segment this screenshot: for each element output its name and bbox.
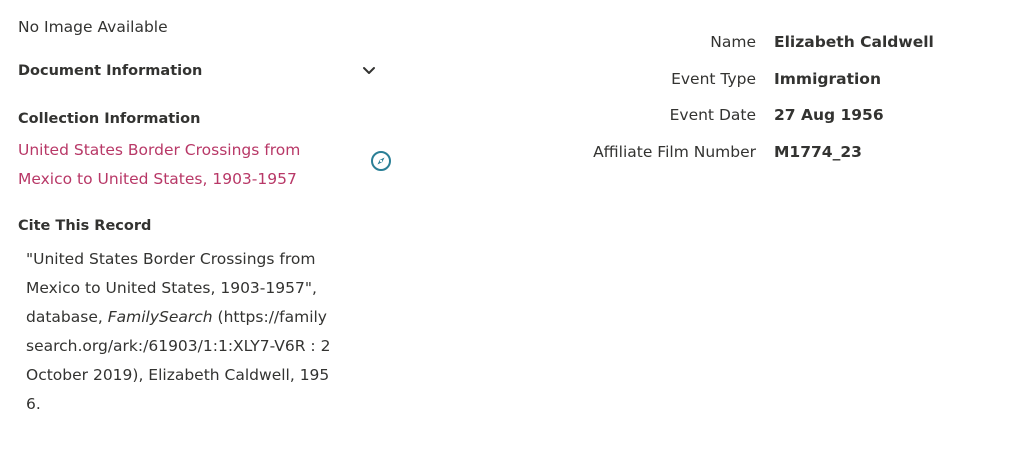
field-value: Immigration [774, 69, 881, 88]
field-row-film-number: Affiliate Film Number M1774_23 [560, 134, 934, 171]
collection-link-line1: United States Border Crossings from [18, 141, 301, 159]
collection-link-line2: Mexico to United States, 1903-1957 [18, 170, 297, 188]
field-value: 27 Aug 1956 [774, 106, 884, 125]
field-label: Event Date [669, 106, 756, 125]
field-label: Name [710, 33, 756, 52]
field-label: Affiliate Film Number [593, 142, 756, 161]
field-row-event-type: Event Type Immigration [560, 61, 934, 98]
record-fields: Name Elizabeth Caldwell Event Type Immig… [560, 24, 934, 170]
citation-source-italic: FamilySearch [107, 308, 213, 326]
field-row-name: Name Elizabeth Caldwell [560, 24, 934, 61]
field-value: Elizabeth Caldwell [774, 33, 934, 52]
collection-information-heading: Collection Information [18, 111, 201, 127]
field-row-event-date: Event Date 27 Aug 1956 [560, 97, 934, 134]
record-page: No Image Available Document Information … [0, 0, 1024, 458]
no-image-text: No Image Available [18, 18, 168, 36]
citation-text: "United States Border Crossings from Mex… [26, 245, 331, 419]
field-value: M1774_23 [774, 142, 862, 161]
document-information-heading[interactable]: Document Information [18, 61, 202, 81]
field-label: Event Type [671, 69, 756, 88]
chevron-down-icon[interactable] [360, 62, 378, 80]
compass-icon[interactable] [370, 150, 392, 172]
cite-this-record-heading: Cite This Record [18, 218, 152, 234]
collection-link[interactable]: United States Border Crossings from Mexi… [18, 136, 338, 194]
